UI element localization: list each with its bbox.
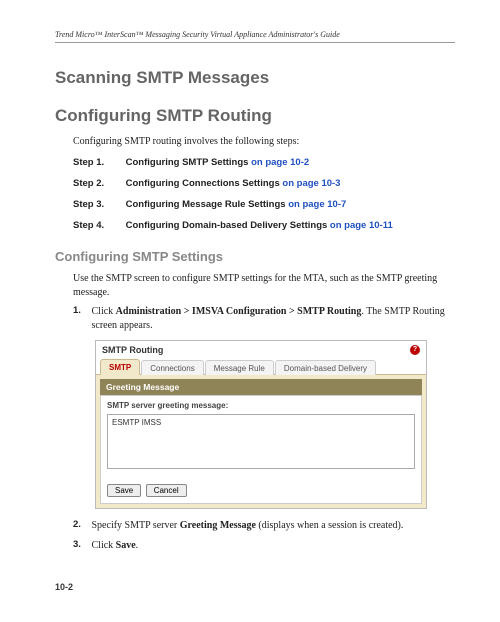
heading-configuring-routing: Configuring SMTP Routing	[55, 106, 455, 126]
page-link[interactable]: on page 10-3	[282, 178, 340, 189]
step-text: Configuring SMTP Settings	[126, 157, 251, 168]
step-label: Step 1.	[73, 157, 123, 168]
running-header: Trend Micro™ InterScan™ Messaging Securi…	[55, 30, 455, 43]
help-icon[interactable]: ?	[410, 345, 420, 355]
item-number: 1.	[73, 305, 89, 318]
cancel-button[interactable]: Cancel	[146, 484, 187, 497]
step-label: Step 3.	[73, 199, 123, 210]
step-text: Configuring Domain-based Delivery Settin…	[126, 220, 330, 231]
save-button[interactable]: Save	[107, 484, 141, 497]
page-link[interactable]: on page 10-11	[330, 220, 393, 231]
tab-bar: SMTP Connections Message Rule Domain-bas…	[96, 358, 426, 375]
page-number: 10-2	[55, 582, 455, 592]
step-label: Step 2.	[73, 178, 123, 189]
body-p1: Use the SMTP screen to configure SMTP se…	[73, 272, 455, 299]
heading-scanning: Scanning SMTP Messages	[55, 68, 455, 88]
list-item: 1. Click Administration > IMSVA Configur…	[73, 305, 455, 332]
greeting-label: SMTP server greeting message:	[107, 401, 415, 410]
page-link[interactable]: on page 10-2	[251, 157, 309, 168]
item-number: 2.	[73, 519, 89, 532]
tab-domain-delivery[interactable]: Domain-based Delivery	[275, 360, 376, 375]
panel-title: SMTP Routing	[102, 345, 163, 355]
page-link[interactable]: on page 10-7	[288, 199, 346, 210]
step-text: Configuring Message Rule Settings	[126, 199, 289, 210]
smtp-routing-panel: SMTP Routing ? SMTP Connections Message …	[95, 340, 427, 509]
intro-text: Configuring SMTP routing involves the fo…	[73, 136, 455, 147]
item-text: Click Administration > IMSVA Configurati…	[92, 305, 452, 332]
heading-configuring-settings: Configuring SMTP Settings	[55, 249, 455, 264]
item-text: Specify SMTP server Greeting Message (di…	[92, 519, 452, 533]
item-number: 3.	[73, 539, 89, 552]
step-row-1: Step 1. Configuring SMTP Settings on pag…	[73, 157, 455, 168]
step-row-4: Step 4. Configuring Domain-based Deliver…	[73, 220, 455, 231]
list-item: 2. Specify SMTP server Greeting Message …	[73, 519, 455, 533]
step-text: Configuring Connections Settings	[126, 178, 283, 189]
step-row-3: Step 3. Configuring Message Rule Setting…	[73, 199, 455, 210]
list-item: 3. Click Save.	[73, 539, 455, 553]
tab-message-rule[interactable]: Message Rule	[205, 360, 274, 375]
step-row-2: Step 2. Configuring Connections Settings…	[73, 178, 455, 189]
tab-connections[interactable]: Connections	[141, 360, 203, 375]
step-label: Step 4.	[73, 220, 123, 231]
greeting-textarea[interactable]	[107, 414, 415, 469]
item-text: Click Save.	[92, 539, 452, 553]
tab-smtp[interactable]: SMTP	[100, 359, 140, 375]
section-greeting-header: Greeting Message	[100, 379, 422, 395]
